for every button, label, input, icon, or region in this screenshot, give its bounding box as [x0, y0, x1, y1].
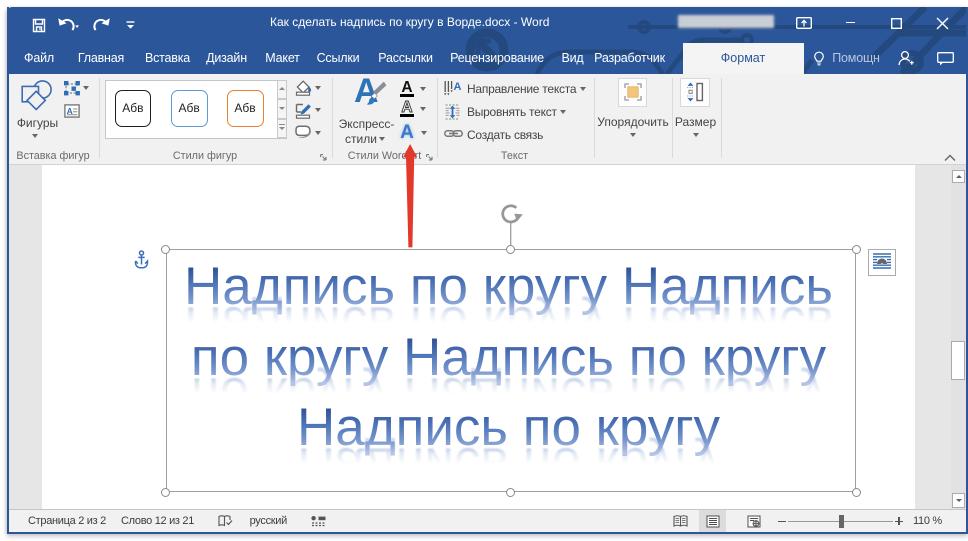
- svg-text:A: A: [453, 81, 461, 93]
